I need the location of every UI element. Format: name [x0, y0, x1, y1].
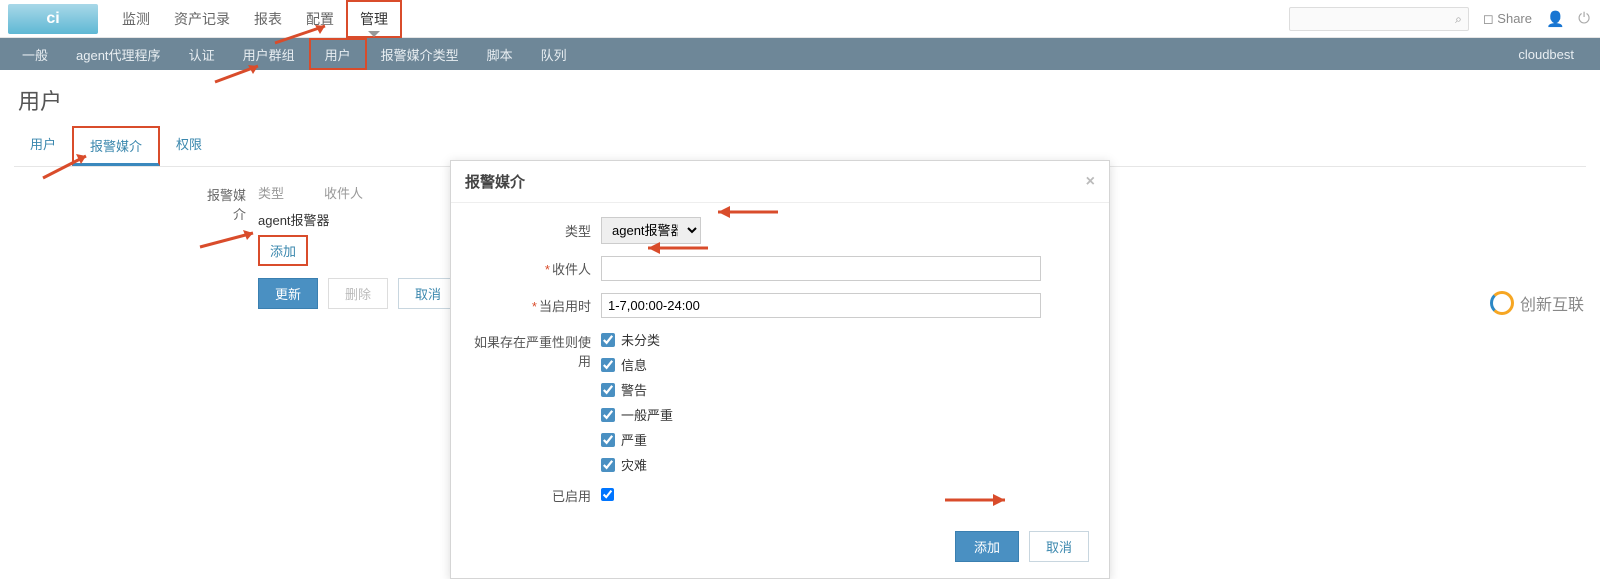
share-label: Share: [1497, 11, 1532, 26]
subnav-auth[interactable]: 认证: [175, 38, 229, 70]
subnav-usergroups[interactable]: 用户群组: [229, 38, 309, 70]
topbar-right: ⌕ ◻ Share 👤 ⏻: [1289, 7, 1592, 31]
page-title: 用户: [0, 70, 1600, 126]
subnav-right-label: cloudbest: [1518, 47, 1592, 62]
col-type: 类型: [258, 183, 284, 202]
col-recipient: 收件人: [324, 183, 363, 202]
subnav-general[interactable]: 一般: [8, 38, 62, 70]
media-section-label: 报警媒介: [198, 179, 258, 309]
topnav-inventory[interactable]: 资产记录: [162, 0, 242, 38]
label-severity: 如果存在严重性则使用: [471, 330, 601, 370]
severity-label: 信息: [621, 355, 647, 374]
when-active-input[interactable]: [601, 293, 1041, 318]
subnav-queue[interactable]: 队列: [527, 38, 581, 70]
logo: ci: [8, 4, 98, 34]
brand-text: 创新互联: [1520, 291, 1584, 315]
severity-average[interactable]: 一般严重: [601, 405, 673, 424]
search-icon: ⌕: [1455, 12, 1462, 27]
label-type: 类型: [471, 221, 601, 240]
severity-label: 一般严重: [621, 405, 673, 424]
label-when-active: 当启用时: [539, 299, 591, 314]
subnav-scripts[interactable]: 脚本: [473, 38, 527, 70]
type-select[interactable]: agent报警器: [601, 217, 701, 244]
severity-label: 警告: [621, 380, 647, 399]
severity-disaster[interactable]: 灾难: [601, 455, 673, 474]
search-input[interactable]: ⌕: [1289, 7, 1469, 31]
media-row: agent报警器: [258, 206, 458, 233]
dialog-add-button[interactable]: 添加: [955, 531, 1019, 562]
severity-warning[interactable]: 警告: [601, 380, 673, 399]
subnav-proxies[interactable]: agent代理程序: [62, 38, 175, 70]
close-icon[interactable]: ×: [1086, 173, 1095, 191]
topnav-admin[interactable]: 管理: [346, 0, 402, 38]
update-button[interactable]: 更新: [258, 278, 318, 309]
severity-high[interactable]: 严重: [601, 430, 673, 449]
enabled-checkbox[interactable]: [601, 488, 614, 501]
brand-icon: [1490, 291, 1514, 315]
tab-permissions[interactable]: 权限: [160, 126, 218, 166]
dialog-cancel-button[interactable]: 取消: [1029, 531, 1089, 562]
share-button[interactable]: ◻ Share: [1483, 11, 1532, 27]
subnav-mediatypes[interactable]: 报警媒介类型: [367, 38, 473, 70]
severity-label: 未分类: [621, 330, 660, 349]
topnav-reports[interactable]: 报表: [242, 0, 294, 38]
severity-information[interactable]: 信息: [601, 355, 673, 374]
power-icon[interactable]: ⏻: [1576, 10, 1592, 27]
topnav-monitor[interactable]: 监测: [110, 0, 162, 38]
label-enabled: 已启用: [471, 486, 601, 505]
delete-button[interactable]: 删除: [328, 278, 388, 309]
severity-label: 灾难: [621, 455, 647, 474]
add-media-link[interactable]: 添加: [258, 235, 308, 266]
label-recipient: 收件人: [552, 262, 591, 277]
dialog-title: 报警媒介: [465, 171, 525, 192]
media-dialog: 报警媒介 × 类型 agent报警器 *收件人 *当启用时 如果存在严重性则使用…: [450, 160, 1110, 579]
severity-unclassified[interactable]: 未分类: [601, 330, 673, 349]
severity-label: 严重: [621, 430, 647, 449]
tab-user[interactable]: 用户: [14, 126, 72, 166]
tab-media[interactable]: 报警媒介: [72, 126, 160, 166]
top-bar: ci 监测 资产记录 报表 配置 管理 ⌕ ◻ Share 👤 ⏻: [0, 0, 1600, 38]
recipient-input[interactable]: [601, 256, 1041, 281]
user-icon[interactable]: 👤: [1546, 10, 1562, 28]
brand-watermark: 创新互联: [1490, 291, 1584, 315]
topnav-config[interactable]: 配置: [294, 0, 346, 38]
sub-nav: 一般 agent代理程序 认证 用户群组 用户 报警媒介类型 脚本 队列 clo…: [0, 38, 1600, 70]
dialog-header: 报警媒介 ×: [451, 161, 1109, 203]
subnav-users[interactable]: 用户: [309, 38, 367, 70]
